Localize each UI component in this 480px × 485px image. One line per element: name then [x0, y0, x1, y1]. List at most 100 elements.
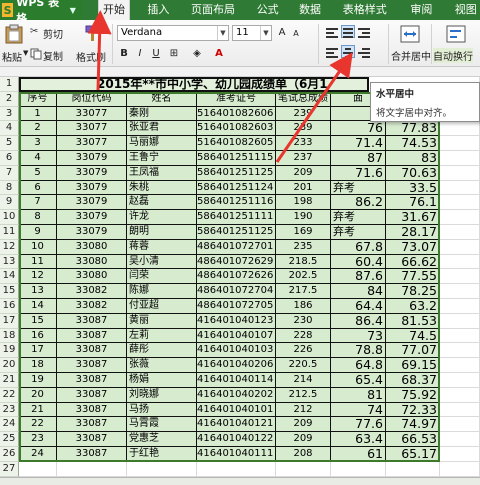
row-header[interactable]: 18 [0, 328, 19, 344]
table-cell[interactable]: 付亚超 [127, 299, 197, 314]
table-cell[interactable]: 68.37 [386, 373, 440, 388]
table-cell[interactable]: 87 [331, 151, 386, 166]
table-cell[interactable]: 4 [19, 151, 57, 166]
table-cell[interactable]: 33087 [57, 328, 127, 344]
bold-icon[interactable]: B [117, 47, 131, 61]
table-cell[interactable]: 86.4 [331, 313, 386, 329]
table-cell[interactable]: 84 [331, 284, 386, 299]
align-top-icon[interactable] [325, 26, 339, 39]
table-cell[interactable]: 8 [19, 210, 57, 225]
table-cell[interactable]: 31.67 [386, 210, 440, 225]
table-cell[interactable]: 198 [276, 195, 331, 211]
table-cell[interactable]: 1 [19, 106, 57, 122]
row-header[interactable]: 3 [0, 106, 19, 122]
table-cell[interactable]: 9 [19, 225, 57, 240]
table-cell[interactable]: 186 [276, 299, 331, 314]
table-cell[interactable]: 33087 [57, 432, 127, 447]
table-cell[interactable]: 74.53 [386, 136, 440, 151]
table-cell[interactable]: 64.8 [331, 358, 386, 373]
table-cell[interactable]: 杨娟 [127, 373, 197, 388]
table-cell[interactable]: 416401040122 [197, 432, 276, 447]
table-cell[interactable]: 党惠芝 [127, 432, 197, 447]
grid-cell[interactable] [440, 269, 480, 285]
table-cell[interactable]: 5 [19, 165, 57, 181]
grid-cell[interactable] [440, 225, 480, 240]
table-cell[interactable]: 秦刚 [127, 106, 197, 122]
table-cell[interactable]: 71.4 [331, 136, 386, 151]
table-cell[interactable]: 586401251125 [197, 225, 276, 240]
table-cell[interactable]: 33079 [57, 180, 127, 196]
grid-cell[interactable] [440, 210, 480, 225]
row-header[interactable]: 13 [0, 254, 19, 270]
row-header[interactable]: 25 [0, 432, 19, 447]
table-cell[interactable]: 77.83 [386, 121, 440, 137]
table-cell[interactable]: 61 [331, 447, 386, 462]
table-cell[interactable]: 416401040107 [197, 328, 276, 344]
grid-cell[interactable] [440, 387, 480, 403]
table-cell[interactable]: 闫荣 [127, 269, 197, 285]
table-cell[interactable]: 28.17 [386, 225, 440, 240]
grid-cell[interactable] [440, 313, 480, 329]
table-cell[interactable]: 586401251125 [197, 165, 276, 181]
table-cell[interactable]: 64.4 [331, 299, 386, 314]
table-cell[interactable]: 230 [276, 313, 331, 329]
table-cell[interactable]: 63.4 [331, 432, 386, 447]
table-cell[interactable]: 239 [276, 121, 331, 137]
tab-view[interactable]: 视图 [452, 0, 480, 20]
row-header[interactable]: 2 [0, 91, 19, 107]
table-cell[interactable]: 15 [19, 313, 57, 329]
table-cell[interactable]: 416401040101 [197, 402, 276, 418]
table-cell[interactable]: 208 [276, 447, 331, 462]
table-cell[interactable]: 6 [19, 180, 57, 196]
table-cell[interactable]: 74.5 [386, 328, 440, 344]
grid-cell[interactable] [440, 402, 480, 418]
table-cell[interactable]: 78.8 [331, 343, 386, 359]
grid-cell[interactable] [440, 328, 480, 344]
font-size-select[interactable]: 11 ▼ [232, 25, 272, 41]
table-cell[interactable]: 33087 [57, 402, 127, 418]
table-cell[interactable]: 33079 [57, 165, 127, 181]
table-cell[interactable] [197, 461, 276, 477]
grow-font-icon[interactable]: A [275, 26, 289, 40]
table-cell[interactable]: 220.5 [276, 358, 331, 373]
grid-cell[interactable] [440, 417, 480, 433]
table-cell[interactable]: 77.07 [386, 343, 440, 359]
table-cell[interactable]: 516401082603 [197, 121, 276, 137]
table-cell[interactable]: 于红艳 [127, 447, 197, 462]
table-cell[interactable]: 黄丽 [127, 313, 197, 329]
table-cell[interactable]: 弃考 [331, 225, 386, 240]
italic-icon[interactable]: I [133, 47, 147, 61]
row-header[interactable]: 27 [0, 461, 19, 477]
table-cell[interactable]: 朱桃 [127, 180, 197, 196]
align-right-icon[interactable] [357, 46, 371, 59]
table-cell[interactable]: 190 [276, 210, 331, 225]
row-header[interactable]: 10 [0, 210, 19, 225]
table-cell[interactable]: 19 [19, 373, 57, 388]
row-header[interactable]: 26 [0, 447, 19, 462]
tab-page-layout[interactable]: 页面布局 [187, 0, 240, 20]
table-cell[interactable]: 202.5 [276, 269, 331, 285]
format-painter-button[interactable]: 格式刷 [76, 22, 110, 64]
table-cell[interactable]: 74.97 [386, 417, 440, 433]
row-header[interactable]: 9 [0, 195, 19, 211]
table-cell[interactable]: 65.4 [331, 373, 386, 388]
table-cell[interactable]: 586401251115 [197, 151, 276, 166]
cut-button[interactable]: ✂ 剪切 [30, 25, 72, 41]
grid-cell[interactable] [440, 284, 480, 299]
column-header[interactable]: 准考证号 [197, 91, 276, 107]
table-cell[interactable]: 212 [276, 402, 331, 418]
table-cell[interactable]: 72.33 [386, 402, 440, 418]
table-cell[interactable]: 416401040121 [197, 417, 276, 433]
row-header[interactable]: 14 [0, 269, 19, 285]
table-cell[interactable]: 33077 [57, 121, 127, 137]
table-cell[interactable]: 416401040202 [197, 387, 276, 403]
table-cell[interactable]: 586401251124 [197, 180, 276, 196]
table-cell[interactable]: 33087 [57, 417, 127, 433]
table-cell[interactable]: 201 [276, 180, 331, 196]
table-cell[interactable]: 马霄霞 [127, 417, 197, 433]
table-cell[interactable]: 17 [19, 343, 57, 359]
table-cell[interactable]: 33082 [57, 299, 127, 314]
column-header[interactable]: 笔试总成绩 [276, 91, 331, 107]
table-cell[interactable]: 33080 [57, 254, 127, 270]
row-header[interactable]: 7 [0, 165, 19, 181]
